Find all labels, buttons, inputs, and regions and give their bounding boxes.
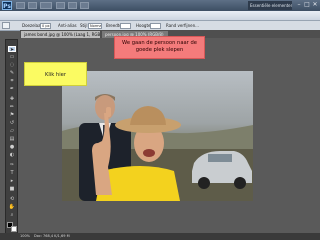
- document-canvas-image[interactable]: [62, 71, 253, 201]
- workspace-switcher[interactable]: Essentiële elementen: [248, 1, 292, 10]
- minimize-icon[interactable]: –: [295, 1, 303, 9]
- gradient-tool-icon[interactable]: ▤: [8, 136, 16, 142]
- lasso-tool-icon[interactable]: ◌: [8, 62, 16, 68]
- zoom-level-dropdown[interactable]: [40, 2, 52, 9]
- maximize-icon[interactable]: □: [303, 1, 311, 9]
- tools-panel: ➤ ▭ ◌ ✎ ⌗ ✒ ✚ ✏ ⚑ ↺ ▱ ▤ ● ◐ ✑ T ▸ ■ ⟲ ✋ …: [5, 39, 18, 239]
- 3d-rotate-tool-icon[interactable]: ⟲: [8, 196, 16, 202]
- zoom-tool-icon[interactable]: ⌕: [8, 212, 16, 218]
- clone-stamp-tool-icon[interactable]: ⚑: [8, 112, 16, 118]
- shape-tool-icon[interactable]: ■: [8, 186, 16, 192]
- car-wheel-front: [198, 177, 210, 189]
- hand-tool-icon[interactable]: ✋: [8, 204, 16, 210]
- pointing-finger: [106, 107, 111, 117]
- arrange-documents-button[interactable]: [68, 2, 77, 9]
- marquee-tool-icon[interactable]: ▭: [8, 54, 16, 60]
- background-color-swatch[interactable]: [11, 226, 17, 232]
- dodge-tool-icon[interactable]: ◐: [8, 152, 16, 158]
- car-window: [208, 154, 232, 162]
- eyedropper-tool-icon[interactable]: ✒: [8, 86, 16, 92]
- instruction-callout: We gaan de persoon naar de goede plek sl…: [114, 36, 205, 59]
- healing-brush-tool-icon[interactable]: ✚: [8, 96, 16, 102]
- type-tool-icon[interactable]: T: [8, 170, 16, 176]
- brush-tool-icon[interactable]: ✏: [8, 104, 16, 110]
- status-bar: 100% Doc: 768,4 K/1,69 M: [0, 233, 320, 240]
- history-brush-tool-icon[interactable]: ↺: [8, 120, 16, 126]
- pen-tool-icon[interactable]: ✑: [8, 162, 16, 168]
- bridge-button[interactable]: [16, 2, 25, 9]
- document-size-info[interactable]: Doc: 768,4 K/1,69 M: [34, 233, 70, 240]
- move-tool-icon[interactable]: ➤: [8, 46, 16, 53]
- width-input[interactable]: [120, 23, 131, 29]
- path-selection-tool-icon[interactable]: ▸: [8, 178, 16, 184]
- tool-preset-picker[interactable]: [2, 22, 10, 29]
- application-bar: Ps Essentiële elementen – □ ✕: [0, 0, 320, 11]
- blur-tool-icon[interactable]: ●: [8, 144, 16, 150]
- close-icon[interactable]: ✕: [311, 1, 319, 9]
- eraser-tool-icon[interactable]: ▱: [8, 128, 16, 134]
- quick-selection-tool-icon[interactable]: ✎: [8, 70, 16, 76]
- antialias-checkbox[interactable]: Anti-alias: [58, 21, 77, 30]
- mini-bridge-button[interactable]: [28, 2, 37, 9]
- open-mouth: [143, 149, 155, 157]
- height-input[interactable]: [150, 23, 161, 29]
- click-here-callout: Klik hier: [24, 62, 87, 86]
- car-wheel-rear: [234, 177, 246, 189]
- photoshop-logo-icon: Ps: [2, 1, 12, 10]
- style-select[interactable]: Normaal: [88, 23, 102, 29]
- zoom-level[interactable]: 100%: [20, 233, 30, 240]
- tab-james-bond[interactable]: james bond.jpg @ 100% (Laag 1, RGB/8) *: [21, 31, 100, 38]
- screen-mode-button[interactable]: [80, 2, 89, 9]
- photo-content: [62, 94, 253, 201]
- crop-tool-icon[interactable]: ⌗: [8, 78, 16, 84]
- hand-tool-button[interactable]: [56, 2, 65, 9]
- straw-hat-crown: [130, 106, 166, 125]
- refine-edge-button[interactable]: Rand verfijnen...: [166, 21, 199, 30]
- menu-bar: Bestand Bewerken Afbeelding Laag Selecte…: [0, 11, 320, 28]
- feather-input[interactable]: 0 px: [40, 23, 51, 29]
